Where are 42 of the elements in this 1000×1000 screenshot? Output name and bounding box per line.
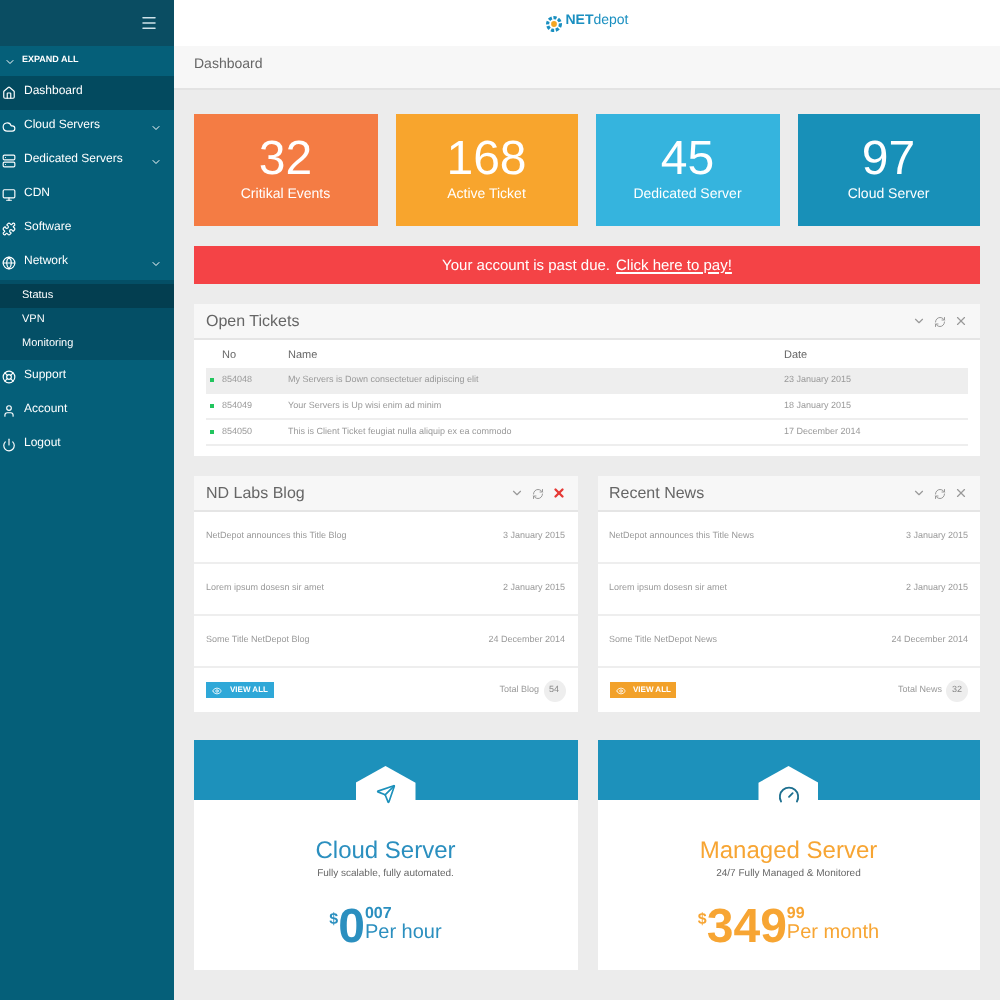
eye-icon (615, 685, 625, 695)
price-period: Per month (786, 921, 880, 945)
stat-value: 32 (258, 133, 313, 186)
chevron-down-icon[interactable] (912, 314, 926, 328)
close-icon[interactable] (954, 486, 968, 500)
plan-title: Cloud Server (315, 834, 456, 868)
price-amount: 0 (338, 903, 365, 951)
price-cents: 99 (786, 903, 807, 921)
puzzle-icon (2, 222, 16, 236)
home-icon (2, 86, 16, 100)
close-icon[interactable] (954, 314, 968, 328)
close-icon[interactable] (551, 486, 565, 500)
currency: $ (329, 907, 339, 931)
price-period: Per hour (364, 921, 442, 945)
refresh-icon[interactable] (934, 315, 946, 327)
menu-icon[interactable] (140, 14, 158, 32)
panel-title: Open Tickets (206, 309, 302, 333)
lifebuoy-icon (2, 370, 16, 384)
user-icon (2, 404, 16, 418)
paper-plane-icon (375, 784, 396, 804)
chevron-down-icon[interactable] (509, 486, 523, 500)
expand-icon[interactable] (4, 55, 16, 67)
price-cents: 007 (364, 903, 394, 921)
refresh-icon[interactable] (934, 487, 946, 499)
price-amount: 349 (706, 903, 787, 951)
logo-icon (545, 15, 562, 31)
plan-title: Managed Server (699, 834, 878, 868)
gauge-icon (777, 783, 800, 805)
currency: $ (697, 907, 707, 931)
globe-icon (2, 256, 16, 270)
eye-icon (212, 685, 222, 695)
panel-title: ND Labs Blog (206, 481, 307, 505)
server-icon (2, 154, 16, 168)
cloud-icon (2, 120, 16, 134)
power-icon (2, 438, 16, 452)
stat-value: 97 (861, 133, 916, 186)
panel-title: Recent News (609, 481, 707, 505)
stat-value: 45 (660, 133, 715, 186)
monitor-icon (2, 188, 16, 202)
stat-value: 168 (446, 133, 527, 186)
refresh-icon[interactable] (531, 487, 543, 499)
chevron-down-icon[interactable] (912, 486, 926, 500)
